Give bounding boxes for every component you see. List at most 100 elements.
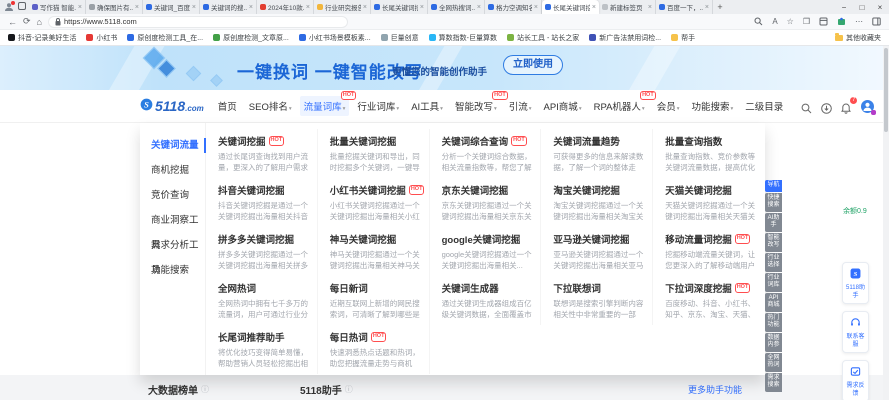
tab-list-icon[interactable] — [15, 2, 29, 12]
new-tab-button[interactable]: + — [713, 2, 727, 12]
more-assistant-link[interactable]: 更多助手功能 — [688, 383, 742, 396]
tab-close-icon[interactable]: × — [306, 4, 310, 11]
collections-icon[interactable] — [819, 17, 828, 26]
nav-item[interactable]: 首页 — [214, 96, 241, 116]
menu-item[interactable]: 下拉词深度挖掘 HOT 百度移动、抖音、小红书、知乎、京东、淘宝、天猫、官... — [653, 276, 765, 325]
menu-item[interactable]: 每日热词 HOT 快速洞悉热点话题和热词，助您把握流量走势与商机 — [318, 325, 430, 374]
minimize-button[interactable]: − — [835, 3, 853, 12]
other-favorites[interactable]: 其他收藏夹 — [835, 32, 881, 43]
menu-category[interactable]: 关键词流量 — [140, 133, 206, 158]
bookmark-item[interactable]: 算数指数-巨量算数 — [428, 33, 497, 43]
menu-item[interactable]: 移动流量词挖掘 HOT 挖掘移动端流量关键词，让您更深入的了解移动端用户需... — [653, 227, 765, 276]
menu-item[interactable]: 关键词流量趋势 可获得更多的信息来解读数据，了解一个词的整体走势... — [541, 129, 654, 178]
close-button[interactable]: × — [871, 3, 889, 12]
nav-item[interactable]: 智能改写▾ HOT — [451, 91, 508, 116]
tab-close-icon[interactable]: × — [192, 4, 196, 11]
menu-item[interactable]: 关键词挖掘 HOT 通过长尾词查询找到用户流量，更深入的了解用户需求 — [206, 129, 318, 178]
tab-close-icon[interactable]: × — [534, 4, 538, 11]
feedback-button[interactable]: 需求反馈 — [842, 360, 869, 400]
download-icon[interactable] — [821, 101, 833, 114]
menu-item[interactable]: 小红书关键词挖掘 HOT 小红书关键词挖掘通过一个关键词挖掘出海量相关小红书..… — [318, 178, 430, 227]
menu-item[interactable]: 每日新词 近期互联网上新增的网民搜索词，可清晰了解到哪些是与... — [318, 276, 430, 325]
menu-item[interactable]: 京东关键词挖掘 京东关键词挖掘通过一个关键词挖掘出海量相关京东关键... — [430, 178, 542, 227]
bookmark-item[interactable]: 帮手 — [671, 33, 695, 43]
tab-close-icon[interactable]: × — [135, 4, 139, 11]
toolbar-shortcut[interactable]: 行业词库 — [765, 272, 782, 292]
tab-close-icon[interactable]: × — [648, 4, 652, 11]
bookmark-item[interactable]: 站长工具 - 站长之家 — [507, 33, 579, 43]
split-screen-icon[interactable]: ❒ — [803, 17, 810, 26]
info-icon[interactable]: ⓘ — [201, 384, 209, 395]
maximize-button[interactable]: □ — [853, 3, 871, 12]
nav-item[interactable]: 流量词库▾ HOT — [299, 91, 357, 116]
toolbar-shortcut[interactable]: 需求搜索 — [765, 372, 782, 392]
browser-tab[interactable]: 2024年10款.. × — [257, 0, 314, 14]
sidebar-toggle-icon[interactable] — [872, 17, 881, 26]
tab-close-icon[interactable]: × — [249, 4, 253, 11]
menu-item[interactable]: 亚马逊关键词挖掘 亚马逊关键词挖掘通过一个关键词挖掘出海量相关亚马逊... — [541, 227, 654, 276]
menu-item[interactable]: 长尾词推荐助手 将优化技巧变得简单易懂，帮助营销人员轻松挖掘出相关... — [206, 325, 318, 374]
search-icon[interactable] — [801, 101, 812, 113]
home-icon[interactable]: ⌂ — [37, 17, 42, 27]
browser-profile-icon[interactable] — [3, 1, 15, 13]
nav-item[interactable]: AI工具▾ — [407, 96, 447, 116]
nav-item[interactable]: SEO排名▾ — [245, 96, 296, 116]
toolbar-shortcut[interactable]: 全网热词 — [765, 352, 782, 372]
menu-item[interactable]: google关键词挖掘 google关键词挖掘通过一个关键词挖掘出海量相关... — [430, 227, 542, 276]
browser-tab[interactable]: 全网热搜词.. × — [428, 0, 485, 14]
extension-icon[interactable] — [837, 17, 846, 26]
nav-item[interactable]: API商城▾ — [540, 96, 586, 116]
browser-tab[interactable]: 确保图片有.. × — [86, 0, 143, 14]
menu-category[interactable]: 商机挖掘 — [140, 158, 205, 183]
browser-tab[interactable]: 百度一下，.. × — [656, 0, 713, 14]
toolbar-shortcut[interactable]: 快捷搜索 — [765, 192, 782, 212]
menu-item[interactable]: 全网热词 全网热词中拥有七千多万的流量词，用户可通过行业分类... — [206, 276, 318, 325]
bookmark-item[interactable]: 原创度检测_文章原... — [213, 33, 289, 43]
menu-item[interactable]: 批量查询指数 批量查询指数、竞价参数等关键词流量数据，提高优化工... — [653, 129, 765, 178]
menu-item[interactable]: 下拉联想词 联想词是搜索引擎判断内容相关性中非常重要的一部分，... — [541, 276, 654, 325]
menu-category[interactable]: 商业洞察工具 — [140, 208, 205, 251]
menu-category[interactable]: 竞价查询 — [140, 183, 205, 208]
toolbar-shortcut[interactable]: 智能改写 — [765, 232, 782, 252]
promo-banner[interactable]: 一键换词 一键智能改写 更懂您的智能创作助手 立即使用 — [0, 46, 889, 90]
browser-tab[interactable]: 格力空调知名.. × — [485, 0, 542, 14]
nav-item[interactable]: 功能搜索▾ — [687, 96, 737, 116]
read-aloud-icon[interactable]: A — [772, 17, 777, 26]
bookmark-item[interactable]: 小红书 — [86, 33, 117, 43]
site-logo[interactable]: S 5118 .com — [140, 98, 204, 114]
more-menu-icon[interactable]: ⋯ — [855, 17, 863, 26]
menu-item[interactable]: 关键词综合查询 HOT 分析一个关键词综合数据，相关流量指数等，帮您了解关... — [430, 129, 542, 178]
menu-item[interactable]: 抖音关键词挖掘 抖音关键词挖掘是通过一个关键词挖掘出海量相关抖音关... — [206, 178, 318, 227]
nav-item[interactable]: 行业词库▾ — [353, 96, 403, 116]
bookmark-item[interactable]: 巨量创意 — [380, 33, 419, 43]
bookmark-item[interactable]: 抖音-记录美好生活 — [8, 33, 76, 43]
tab-close-icon[interactable]: × — [477, 4, 481, 11]
menu-item[interactable]: 淘宝关键词挖掘 淘宝关键词挖掘通过一个关键词挖掘出海量相关淘宝关键... — [541, 178, 654, 227]
assistant-5118-button[interactable]: S 5118助手 — [842, 262, 869, 304]
tab-close-icon[interactable]: × — [363, 4, 367, 11]
url-field[interactable]: https://www.5118.com — [47, 15, 348, 28]
bookmark-item[interactable]: 原创度检测工具_在... — [127, 33, 203, 43]
tab-close-icon[interactable]: × — [420, 4, 424, 11]
nav-item[interactable]: 引流▾ — [505, 96, 536, 116]
nav-item[interactable]: 二级目录 — [741, 96, 787, 116]
menu-item[interactable]: 天猫关键词挖掘 天猫关键词挖掘通过一个关键词挖掘出海量相关天猫关键... — [653, 178, 765, 227]
banner-cta-button[interactable]: 立即使用 — [503, 55, 563, 75]
toolbar-shortcut[interactable]: 数据内参 — [765, 332, 782, 352]
page-scrollbar[interactable] — [883, 46, 889, 400]
balance-label[interactable]: 余额0.9 — [843, 206, 867, 216]
browser-tab[interactable]: 长尾关键词挖掘.. × — [542, 0, 599, 14]
toolbar-shortcut[interactable]: 导航 — [765, 180, 782, 192]
menu-item[interactable]: 关键词生成器 通过关键词生成器组成百亿级关键词数据，全面覆盖市场... — [430, 276, 542, 325]
menu-item[interactable]: 批量关键词挖掘 批量挖掘关键词和导出，同时挖掘多个关键词，一键导出... — [318, 129, 430, 178]
nav-item[interactable]: RPA机器人▾ HOT — [590, 91, 656, 116]
menu-item[interactable]: 神马关键词挖掘 神马关键词挖掘通过一个关键词挖掘出海量相关神马关键... — [318, 227, 430, 276]
toolbar-shortcut[interactable]: AI助手 — [765, 212, 782, 232]
browser-tab[interactable]: 新建标签页 × — [599, 0, 656, 14]
bookmark-item[interactable]: 小红书场景模板素... — [298, 33, 371, 43]
toolbar-shortcut[interactable]: 热门功能 — [765, 312, 782, 332]
refresh-icon[interactable]: ⟳ — [23, 16, 31, 27]
tab-close-icon[interactable]: × — [592, 4, 596, 11]
tab-close-icon[interactable]: × — [78, 4, 82, 11]
browser-tab[interactable]: 长尾关键词挖.. × — [371, 0, 428, 14]
